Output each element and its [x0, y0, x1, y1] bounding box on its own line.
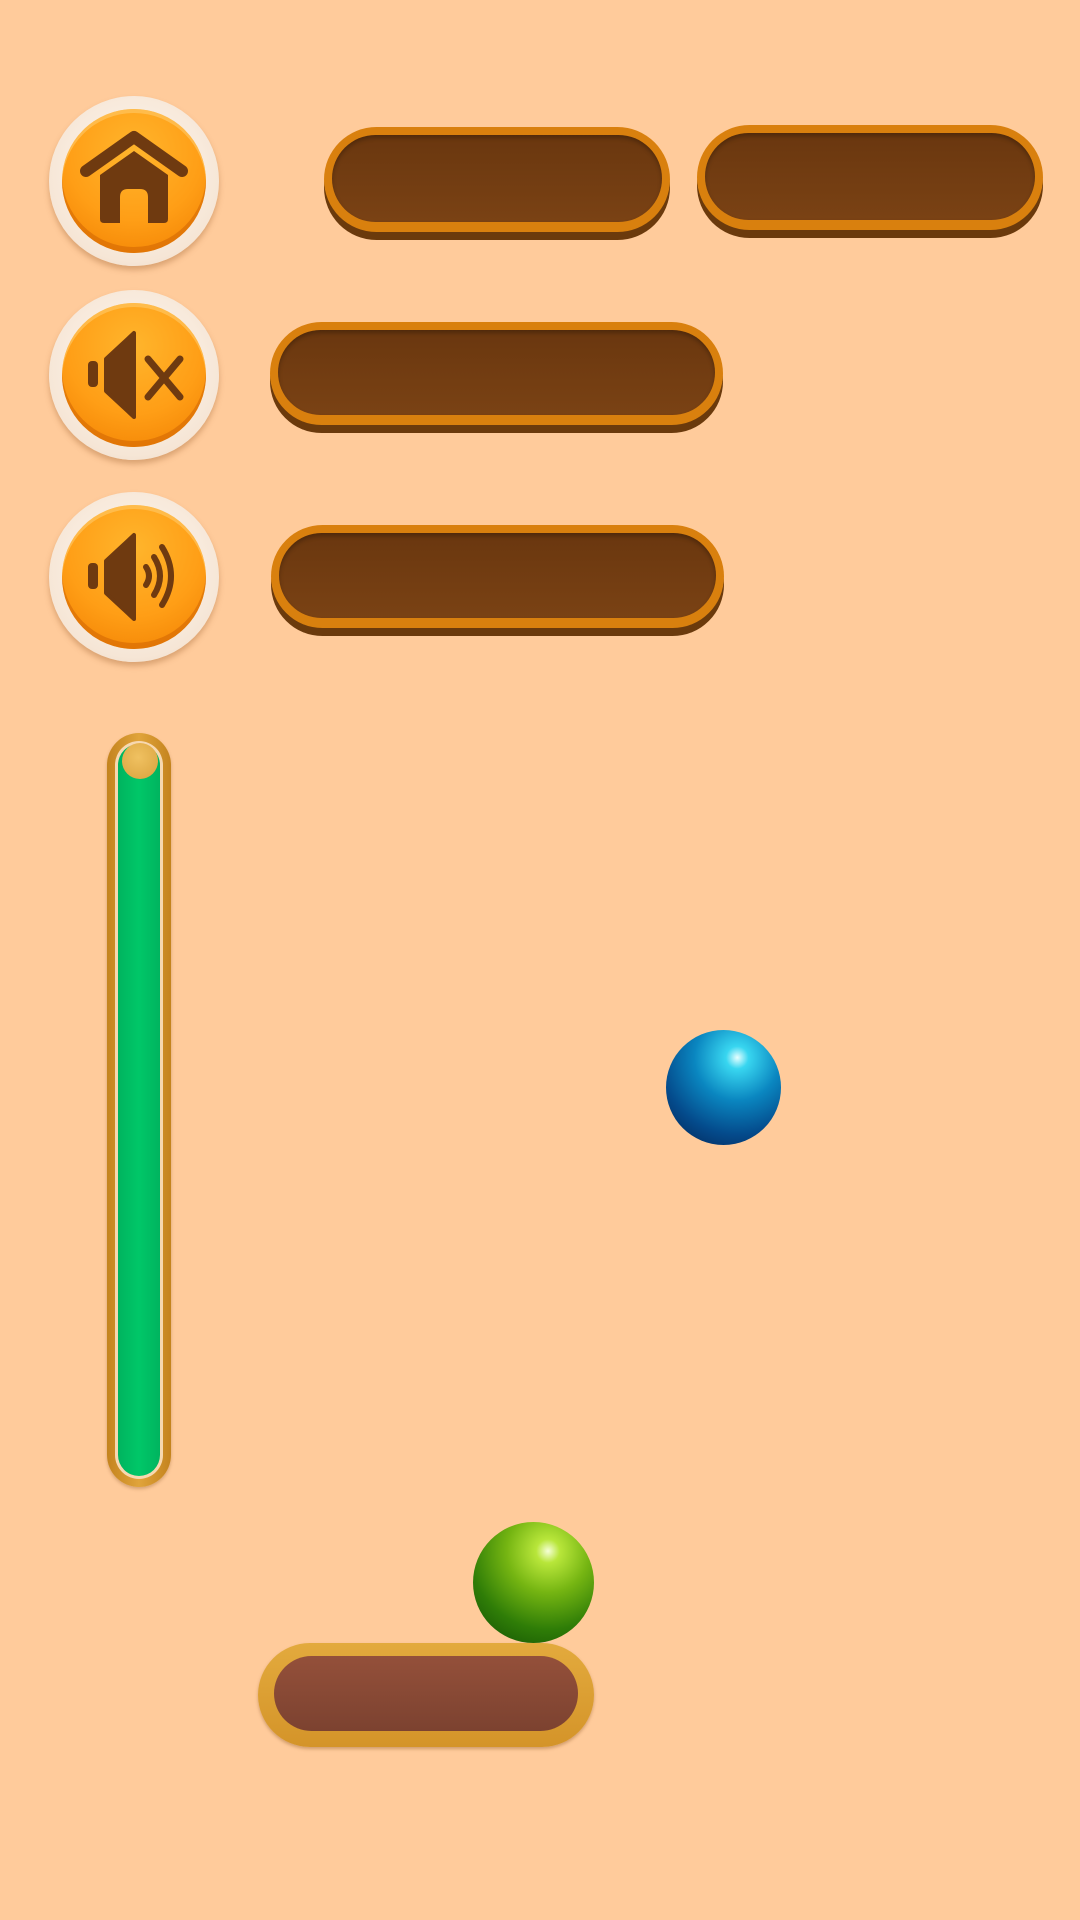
blue-ball — [666, 1030, 781, 1145]
vertical-progress-gauge — [107, 733, 171, 1487]
top-left-bar-inner — [332, 135, 662, 222]
mute-icon — [88, 331, 184, 419]
home-button-face — [62, 109, 206, 253]
paddle-inner — [274, 1656, 578, 1731]
volume-icon — [88, 533, 174, 621]
home-button[interactable] — [49, 96, 219, 266]
gauge-fill — [118, 744, 160, 1476]
green-ball[interactable] — [473, 1522, 594, 1643]
volume-button-face — [62, 505, 206, 649]
home-icon — [80, 131, 188, 223]
paddle[interactable] — [258, 1643, 594, 1747]
sound-off-bar — [270, 322, 723, 425]
top-left-bar — [324, 127, 670, 232]
sound-on-bar — [271, 525, 724, 628]
top-right-bar — [697, 125, 1043, 230]
gauge-cap — [122, 743, 158, 779]
sound-on-bar-inner — [279, 533, 716, 618]
top-right-bar-inner — [705, 133, 1035, 220]
volume-button[interactable] — [49, 492, 219, 662]
sound-off-bar-inner — [278, 330, 715, 415]
mute-button-face — [62, 303, 206, 447]
mute-button[interactable] — [49, 290, 219, 460]
gauge-track — [115, 741, 163, 1479]
